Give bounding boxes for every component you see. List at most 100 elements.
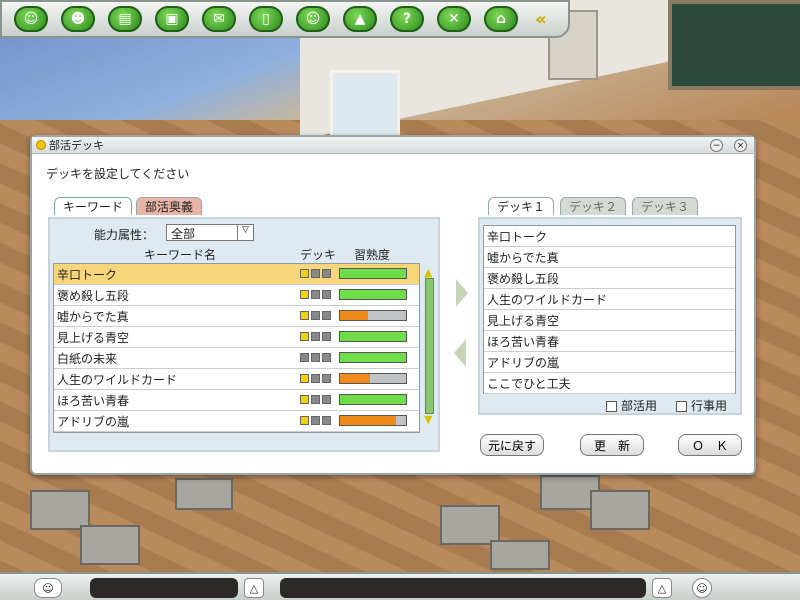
deck-slot-icons — [300, 372, 333, 386]
deck-slot-icon — [311, 353, 320, 362]
deck-slot-icon — [322, 311, 331, 320]
deck-slot-icon — [311, 395, 320, 404]
skill-bar-fill — [340, 374, 370, 383]
tab-deck-3[interactable]: デッキ３ — [632, 197, 699, 215]
club-checkbox-box[interactable] — [606, 401, 617, 412]
notebook-icon[interactable]: ▯ — [249, 6, 283, 32]
keyword-name: アドリブの嵐 — [57, 414, 130, 429]
collapse-icon[interactable]: « — [531, 6, 551, 32]
deck-item[interactable]: ほろ苦い青春 — [484, 331, 735, 352]
deck-slot-icon — [322, 290, 331, 299]
deck-item[interactable]: 褒め殺し五段 — [484, 268, 735, 289]
close-icon[interactable]: × — [734, 139, 747, 152]
tab-keyword[interactable]: キーワード — [54, 197, 133, 215]
keyword-name: 人生のワイルドカード — [57, 372, 178, 387]
deck-slot-icon — [300, 395, 309, 404]
skill-bar — [339, 289, 407, 300]
dialog-title: 部活デッキ — [49, 139, 104, 152]
club-checkbox[interactable]: 部活用 — [606, 397, 657, 414]
expand-up-icon[interactable]: △ — [652, 578, 672, 598]
tools-icon[interactable]: ✕ — [437, 6, 471, 32]
event-checkbox[interactable]: 行事用 — [676, 397, 727, 414]
deck-slot-icon — [300, 416, 309, 425]
scroll-up-icon[interactable]: ▲ — [424, 267, 436, 278]
scroll-track[interactable] — [425, 278, 434, 414]
chevron-down-icon[interactable]: ▽ — [237, 225, 253, 240]
keyword-list[interactable]: 辛口トーク褒め殺し五段嘘からでた真 見上げる青空白紙の未来人生のワイルドカードほろ… — [53, 263, 420, 433]
keyword-row[interactable]: 嘘からでた真 — [54, 306, 419, 327]
scroll-down-icon[interactable]: ▼ — [424, 414, 436, 425]
event-checkbox-box[interactable] — [676, 401, 687, 412]
deck-item[interactable]: 嘘からでた真 — [484, 247, 735, 268]
deck-slot-icon — [322, 332, 331, 341]
chat-bubble-icon[interactable]: ☺ — [34, 578, 62, 598]
deck-slot-icon — [322, 416, 331, 425]
attr-select-value: 全部 — [171, 227, 196, 241]
deck-item[interactable]: ここでひと工夫 — [484, 373, 735, 394]
deck-item[interactable]: 見上げる青空 — [484, 310, 735, 331]
tab-deck-2[interactable]: デッキ２ — [560, 197, 627, 215]
desk — [440, 505, 500, 545]
expand-up-icon[interactable]: △ — [244, 578, 264, 598]
deck-slot-icons — [300, 393, 333, 407]
deck-slot-icon — [300, 374, 309, 383]
keyword-row[interactable]: 褒め殺し五段 — [54, 285, 419, 306]
scrollbar[interactable]: ▲ ▼ — [424, 267, 436, 433]
remove-from-deck-arrow-icon[interactable] — [454, 339, 466, 367]
deck-list[interactable]: 辛口トーク 嘘からでた真 褒め殺し五段 人生のワイルドカード 見上げる青空 ほろ苦い青春ア… — [483, 225, 736, 394]
keyword-row[interactable]: 見上げる青空 — [54, 327, 419, 348]
blackboard — [668, 0, 800, 90]
deck-item[interactable]: 人生のワイルドカード — [484, 289, 735, 310]
smiley-icon[interactable]: ☺ — [692, 578, 712, 598]
add-to-deck-arrow-icon[interactable] — [456, 279, 468, 307]
reset-button[interactable]: 元に戻す — [480, 434, 544, 456]
attr-label: 能力属性： — [94, 228, 155, 242]
keyword-row[interactable]: アドリブの嵐 — [54, 411, 419, 432]
desk — [590, 490, 650, 530]
update-button[interactable]: 更 新 — [580, 434, 644, 456]
chat-icon[interactable]: ✉ — [202, 6, 236, 32]
classroom-window — [330, 70, 400, 140]
skill-bar-fill — [340, 416, 397, 425]
minimize-icon[interactable]: − — [710, 139, 723, 152]
gift-icon[interactable]: ▣ — [155, 6, 189, 32]
building-icon[interactable]: ▲ — [343, 6, 377, 32]
club-checkbox-label: 部活用 — [621, 399, 658, 413]
keyword-row[interactable]: 辛口トーク — [54, 264, 419, 285]
deck-slot-icon — [311, 269, 320, 278]
ok-button[interactable]: Ｏ Ｋ — [678, 434, 742, 456]
dialog-titlebar: 部活デッキ — [32, 137, 754, 154]
skill-bar-fill — [340, 290, 406, 299]
person-icon[interactable]: ☻ — [61, 6, 95, 32]
desk — [80, 525, 140, 565]
skill-bar — [339, 331, 407, 342]
keyword-row[interactable]: ほろ苦い青春 — [54, 390, 419, 411]
keyword-name: 白紙の未来 — [57, 351, 118, 366]
keyword-row[interactable]: 人生のワイルドカード — [54, 369, 419, 390]
help-icon[interactable]: ? — [390, 6, 424, 32]
character-icon[interactable]: ☺ — [14, 6, 48, 32]
deck-slot-icon — [311, 290, 320, 299]
skill-bar — [339, 394, 407, 405]
skill-bar-fill — [340, 332, 406, 341]
tab-deck-1[interactable]: デッキ１ — [488, 197, 555, 215]
top-toolbar: ☺ ☻ ▤ ▣ ✉ ▯ ☺ ▲ ? ✕ ⌂ « — [0, 0, 570, 38]
tab-club-secret[interactable]: 部活奥義 — [136, 197, 203, 215]
keyword-name: 褒め殺し五段 — [57, 288, 130, 303]
skill-bar-fill — [340, 269, 406, 278]
bottom-bar: ☺ △ △ ☺ — [0, 572, 800, 600]
deck-item[interactable]: 辛口トーク — [484, 226, 735, 247]
attr-select[interactable]: 全部 ▽ — [166, 224, 254, 241]
skill-bar-fill — [340, 311, 368, 320]
event-checkbox-label: 行事用 — [691, 399, 728, 413]
skill-bar — [339, 268, 407, 279]
skill-bar — [339, 310, 407, 321]
deck-slot-icon — [300, 332, 309, 341]
keyword-row[interactable]: 白紙の未来 — [54, 348, 419, 369]
home-icon[interactable]: ⌂ — [484, 6, 518, 32]
deck-slot-icon — [300, 290, 309, 299]
deck-item[interactable]: アドリブの嵐 — [484, 352, 735, 373]
friends-icon[interactable]: ☺ — [296, 6, 330, 32]
clapper-icon[interactable]: ▤ — [108, 6, 142, 32]
desk — [490, 540, 550, 570]
